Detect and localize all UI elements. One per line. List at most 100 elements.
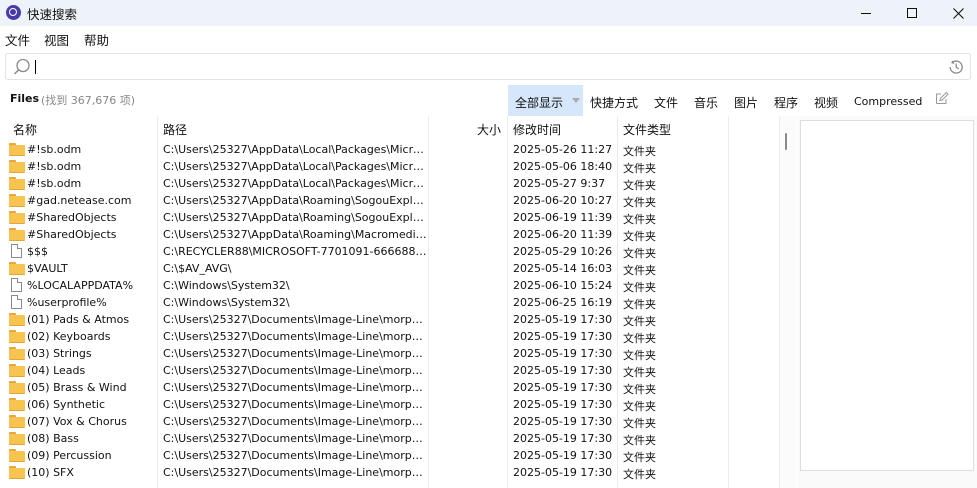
row-modified: 2025-05-19 17:30: [513, 330, 613, 343]
row-type: 文件夹: [623, 179, 656, 192]
table-row[interactable]: (02) Keyboards C:\Users\25327\Documents\I…: [0, 328, 782, 345]
folder-icon: [9, 210, 25, 224]
table-row[interactable]: #!sb.odm C:\Users\25327\AppData\Local\Pac…: [0, 141, 782, 158]
folder-icon: [9, 346, 25, 360]
menu-view[interactable]: 视图: [44, 30, 69, 49]
table-row[interactable]: #!sb.odm C:\Users\25327\AppData\Local\Pac…: [0, 175, 782, 192]
results-scope-label: Files: [10, 92, 40, 105]
table-row[interactable]: (05) Brass & Wind C:\Users\25327\Document…: [0, 379, 782, 396]
folder-icon: [9, 142, 25, 156]
history-icon[interactable]: [947, 58, 965, 76]
table-row[interactable]: #SharedObjects C:\Users\25327\AppData\Roa…: [0, 209, 782, 226]
table-row[interactable]: #gad.netease.com C:\Users\25327\AppData\R…: [0, 192, 782, 209]
app-icon: [6, 5, 21, 20]
row-path: C:\Users\25327\Documents\Image-Line\morp…: [163, 347, 427, 360]
row-name: (05) Brass & Wind: [27, 381, 127, 394]
filter-shortcuts[interactable]: 快捷方式: [590, 94, 638, 111]
table-row[interactable]: %LOCALAPPDATA% C:\Windows\System32\ 2025-0…: [0, 277, 782, 294]
filter-images[interactable]: 图片: [734, 94, 758, 111]
table-row[interactable]: $VAULT C:\$AV_AVG\ 2025-05-14 16:03 文件夹: [0, 260, 782, 277]
folder-icon: [9, 329, 25, 343]
row-name: (09) Percussion: [27, 449, 112, 462]
filter-compressed[interactable]: Compressed: [854, 95, 922, 108]
table-row[interactable]: (07) Vox & Chorus C:\Users\25327\Document…: [0, 413, 782, 430]
folder-icon: [9, 465, 25, 479]
row-path: C:\RECYCLER88\MICROSOFT-7701091-6666888-…: [163, 245, 427, 258]
row-path: C:\Users\25327\Documents\Image-Line\morp…: [163, 313, 427, 326]
row-name: (03) Strings: [27, 347, 92, 360]
row-name: $VAULT: [27, 262, 68, 275]
row-name: #SharedObjects: [27, 228, 117, 241]
row-path: C:\Users\25327\AppData\Roaming\SogouExpl…: [163, 194, 427, 207]
row-path: C:\Users\25327\Documents\Image-Line\morp…: [163, 449, 427, 462]
table-row[interactable]: $$$ C:\RECYCLER88\MICROSOFT-7701091-66668…: [0, 243, 782, 260]
folder-icon: [9, 312, 25, 326]
filter-videos[interactable]: 视频: [814, 94, 838, 111]
row-modified: 2025-05-19 17:30: [513, 415, 613, 428]
column-header-path[interactable]: 路径: [163, 121, 187, 138]
row-path: C:\Users\25327\AppData\Roaming\Macromedi…: [163, 228, 427, 241]
vertical-scrollbar[interactable]: [779, 116, 797, 488]
folder-icon: [9, 414, 25, 428]
row-type: 文件夹: [623, 451, 656, 464]
edit-icon[interactable]: [935, 91, 949, 105]
row-name: %userprofile%: [27, 296, 107, 309]
table-row[interactable]: (03) Strings C:\Users\25327\Documents\Ima…: [0, 345, 782, 362]
menu-file[interactable]: 文件: [5, 30, 30, 49]
maximize-icon: [907, 8, 917, 18]
preview-pane: [798, 116, 977, 488]
results-count: (找到 367,676 项): [41, 94, 136, 107]
table-row[interactable]: (10) SFX C:\Users\25327\Documents\Image-L…: [0, 464, 782, 481]
preview-area: [800, 120, 974, 471]
row-path: C:\Users\25327\AppData\Local\Packages\Mi…: [163, 177, 427, 190]
filter-files[interactable]: 文件: [654, 94, 678, 111]
table-row[interactable]: #SharedObjects C:\Users\25327\AppData\Roa…: [0, 226, 782, 243]
row-name: #gad.netease.com: [27, 194, 132, 207]
folder-icon: [9, 261, 25, 275]
row-type: 文件夹: [623, 383, 656, 396]
row-path: C:\Users\25327\Documents\Image-Line\morp…: [163, 364, 427, 377]
table-row[interactable]: (01) Pads & Atmos C:\Users\25327\Document…: [0, 311, 782, 328]
row-type: 文件夹: [623, 145, 656, 158]
table-row[interactable]: (04) Leads C:\Users\25327\Documents\Image…: [0, 362, 782, 379]
column-header-type[interactable]: 文件类型: [623, 121, 671, 138]
row-name: #!sb.odm: [27, 177, 82, 190]
search-input[interactable]: [5, 53, 971, 80]
close-icon: [952, 7, 964, 19]
table-row[interactable]: (08) Bass C:\Users\25327\Documents\Image-…: [0, 430, 782, 447]
folder-icon: [9, 227, 25, 241]
row-name: (08) Bass: [27, 432, 79, 445]
column-header-modified[interactable]: 修改时间: [513, 121, 561, 138]
row-modified: 2025-05-14 16:03: [513, 262, 613, 275]
row-type: 文件夹: [623, 349, 656, 362]
scroll-thumb[interactable]: [785, 133, 787, 150]
row-type: 文件夹: [623, 400, 656, 413]
table-row[interactable]: (09) Percussion C:\Users\25327\Documents\…: [0, 447, 782, 464]
row-path: C:\Windows\System32\: [163, 296, 290, 309]
row-modified: 2025-05-19 17:30: [513, 449, 613, 462]
dropdown-arrow-icon[interactable]: [572, 98, 580, 103]
row-type: 文件夹: [623, 230, 656, 243]
title-bar: 快速搜索: [0, 0, 977, 26]
row-type: 文件夹: [623, 281, 656, 294]
column-header-name[interactable]: 名称: [13, 121, 37, 138]
row-modified: 2025-05-19 17:30: [513, 347, 613, 360]
column-header-size[interactable]: 大小: [477, 121, 501, 138]
menu-help[interactable]: 帮助: [84, 30, 109, 49]
table-row[interactable]: #!sb.odm C:\Users\25327\AppData\Local\Pac…: [0, 158, 782, 175]
table-row[interactable]: (06) Synthetic C:\Users\25327\Documents\I…: [0, 396, 782, 413]
row-name: (04) Leads: [27, 364, 86, 377]
minimize-button[interactable]: [843, 0, 889, 26]
filter-music[interactable]: 音乐: [694, 94, 718, 111]
folder-icon: [9, 431, 25, 445]
close-button[interactable]: [935, 0, 977, 26]
table-row[interactable]: %userprofile% C:\Windows\System32\ 2025-06…: [0, 294, 782, 311]
row-type: 文件夹: [623, 247, 656, 260]
filter-show-all[interactable]: 全部显示: [508, 85, 583, 116]
maximize-button[interactable]: [889, 0, 935, 26]
row-modified: 2025-06-20 11:39: [513, 228, 613, 241]
row-modified: 2025-05-27 9:37: [513, 177, 606, 190]
filter-programs[interactable]: 程序: [774, 94, 798, 111]
row-modified: 2025-05-19 17:30: [513, 466, 613, 479]
row-modified: 2025-05-26 11:27: [513, 143, 613, 156]
